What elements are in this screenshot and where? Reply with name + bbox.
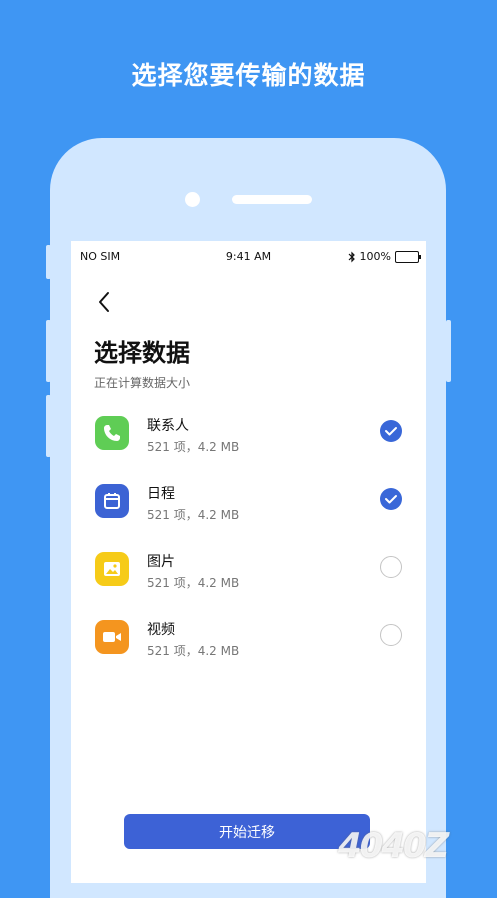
page-title: 选择数据: [94, 339, 190, 367]
item-name: 联系人: [147, 418, 189, 434]
calendar-icon: [95, 484, 129, 518]
list-item-contacts[interactable]: 联系人 521 项，4.2 MB: [71, 411, 426, 461]
status-right: 100%: [348, 250, 421, 263]
battery-icon: [395, 250, 421, 263]
battery-percent: 100%: [359, 250, 391, 263]
headline: 选择您要传输的数据: [131, 61, 366, 90]
video-icon: [95, 620, 129, 654]
item-meta: 521 项，4.2 MB: [147, 440, 240, 454]
item-name: 视频: [147, 622, 175, 638]
phone-camera: [185, 192, 200, 207]
page-subtitle: 正在计算数据大小: [94, 376, 191, 390]
image-icon: [95, 552, 129, 586]
item-meta: 521 项，4.2 MB: [147, 644, 240, 658]
unchecked-circle-icon[interactable]: [380, 556, 402, 578]
list-item-calendar[interactable]: 日程 521 项，4.2 MB: [71, 479, 426, 529]
phone-screen: NO SIM 9:41 AM 100% 选择数据 正在计算数据大小 联系人 52…: [71, 241, 426, 883]
unchecked-circle-icon[interactable]: [380, 624, 402, 646]
list-item-images[interactable]: 图片 521 项，4.2 MB: [71, 547, 426, 597]
bluetooth-icon: [348, 251, 355, 262]
checked-icon[interactable]: [380, 420, 402, 442]
start-migration-button[interactable]: 开始迁移: [124, 814, 370, 849]
item-meta: 521 项，4.2 MB: [147, 576, 240, 590]
item-name: 图片: [147, 554, 175, 570]
phone-speaker: [232, 195, 312, 204]
phone-icon: [95, 416, 129, 450]
list-item-video[interactable]: 视频 521 项，4.2 MB: [71, 615, 426, 665]
phone-power-button: [446, 320, 451, 382]
status-bar: NO SIM 9:41 AM 100%: [71, 250, 426, 264]
item-meta: 521 项，4.2 MB: [147, 508, 240, 522]
watermark-logo: 4040Z: [338, 826, 449, 866]
item-name: 日程: [147, 486, 175, 502]
checked-icon[interactable]: [380, 488, 402, 510]
back-chevron-icon[interactable]: [93, 289, 117, 315]
